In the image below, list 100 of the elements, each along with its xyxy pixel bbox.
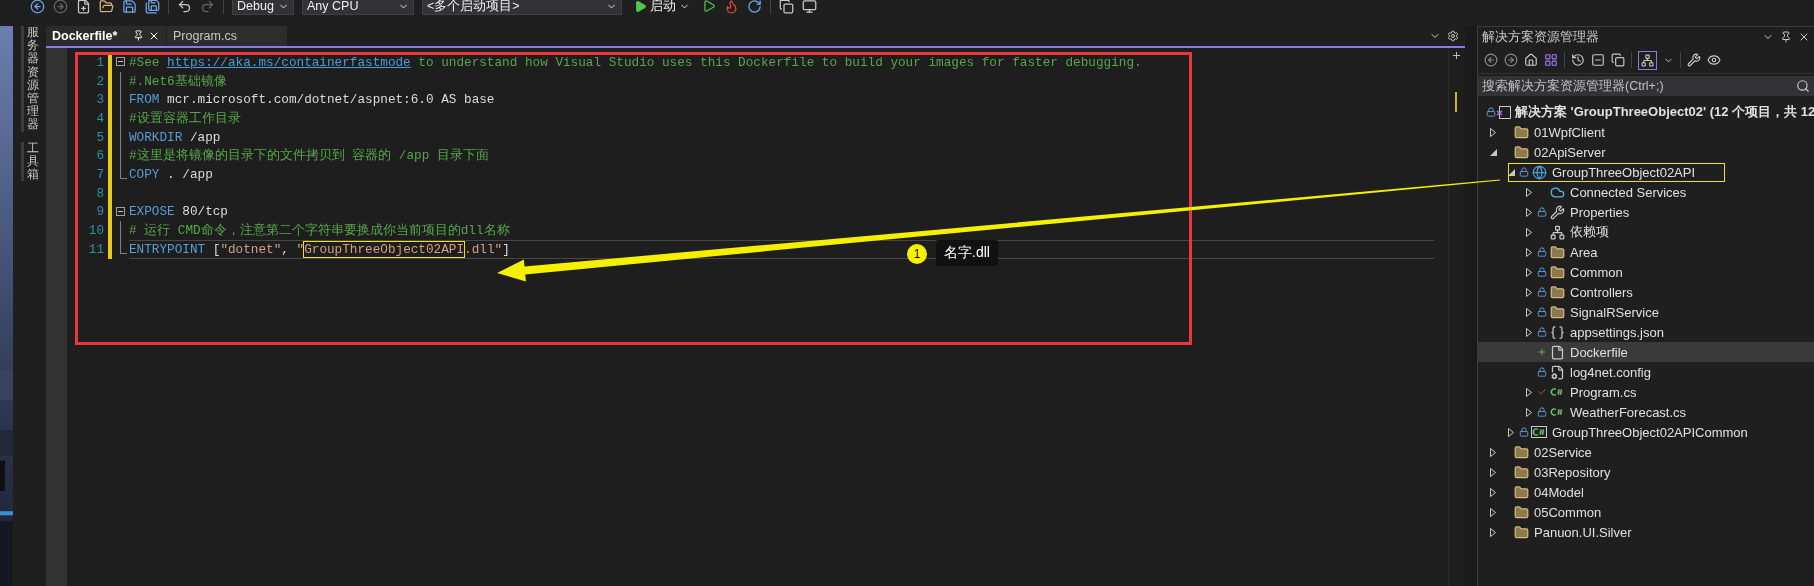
collapsed-arrow-icon[interactable]: [1526, 207, 1532, 217]
line-number: 9: [95, 204, 104, 220]
platform-dropdown[interactable]: Any CPU: [302, 0, 414, 15]
tree-item[interactable]: WeatherForecast.cs: [1478, 402, 1814, 422]
line-number: 5: [95, 129, 104, 145]
tree-item[interactable]: GroupThreeObject02API: [1478, 162, 1814, 182]
history-icon[interactable]: [1571, 53, 1585, 67]
collapsed-arrow-icon[interactable]: [1508, 427, 1514, 437]
line-number: 8: [95, 185, 104, 201]
tree-item[interactable]: 04Model: [1478, 482, 1814, 502]
globe-icon: [1531, 164, 1547, 180]
forward-icon[interactable]: [53, 0, 68, 14]
tree-item[interactable]: Controllers: [1478, 282, 1814, 302]
collapse-all-icon[interactable]: [1591, 53, 1605, 67]
wrench-icon: [1549, 204, 1565, 220]
window-icon[interactable]: [802, 0, 817, 14]
back-icon[interactable]: [30, 0, 45, 14]
side-tab[interactable]: 服务器资源管理器: [20, 26, 39, 132]
collapsed-arrow-icon[interactable]: [1526, 387, 1532, 397]
folder-icon: [1549, 304, 1565, 320]
search-field[interactable]: 搜索解决方案资源管理器(Ctrl+;): [1478, 76, 1814, 96]
link[interactable]: https://aka.ms/containerfastmode: [167, 54, 411, 70]
collapsed-arrow-icon[interactable]: [1526, 407, 1532, 417]
tree-item[interactable]: 01WpfClient: [1478, 122, 1814, 142]
tree-item[interactable]: 解决方案 'GroupThreeObject02' (12 个项目，共 12: [1478, 102, 1814, 122]
braces-icon: [1549, 324, 1565, 340]
tree-item[interactable]: 05Common: [1478, 502, 1814, 522]
code-line: #See https://aka.ms/containerfastmode to understand how Visual Studio uses this Dockerfile to build your images for faster debugging.: [129, 54, 1142, 70]
line-number: 1: [95, 54, 104, 70]
collapsed-arrow-icon[interactable]: [1526, 227, 1532, 237]
folder-icon: [1513, 444, 1529, 460]
folder-icon: [1513, 524, 1529, 540]
save-icon[interactable]: [122, 0, 137, 14]
close-icon[interactable]: [148, 30, 160, 42]
forward-icon[interactable]: [1504, 53, 1518, 67]
tree-item[interactable]: Panuon.UI.Silver: [1478, 522, 1814, 542]
tree-item[interactable]: Program.cs: [1478, 382, 1814, 402]
tree-item[interactable]: SignalRService: [1478, 302, 1814, 322]
editor-tab[interactable]: Program.cs: [167, 26, 288, 46]
tree-item[interactable]: appsettings.json: [1478, 322, 1814, 342]
configuration-dropdown[interactable]: Debug: [232, 0, 294, 15]
tree-item[interactable]: Dockerfile: [1478, 342, 1814, 362]
flame-icon[interactable]: [724, 0, 739, 14]
sync-button[interactable]: [1638, 50, 1657, 70]
copy-icon[interactable]: [1611, 53, 1625, 67]
tree-item[interactable]: Area: [1478, 242, 1814, 262]
back-icon[interactable]: [1484, 53, 1498, 67]
expanded-arrow-icon[interactable]: [1507, 168, 1515, 176]
wrench-icon[interactable]: [1687, 53, 1701, 67]
side-tab[interactable]: 工具箱: [20, 141, 39, 182]
save-all-icon[interactable]: [145, 0, 160, 14]
tree-item[interactable]: log4net.config: [1478, 362, 1814, 382]
new-item-icon[interactable]: [76, 0, 91, 14]
tree-item[interactable]: Properties: [1478, 202, 1814, 222]
line-number: 10: [87, 223, 104, 239]
fold-toggle-icon[interactable]: [116, 206, 125, 216]
collapsed-arrow-icon[interactable]: [1526, 287, 1532, 297]
tree-item[interactable]: 02ApiServer: [1478, 142, 1814, 162]
collapsed-arrow-icon[interactable]: [1490, 487, 1496, 497]
play-icon[interactable]: [702, 0, 716, 13]
preview-icon[interactable]: [1707, 53, 1721, 67]
collapsed-arrow-icon[interactable]: [1526, 247, 1532, 257]
tree-item[interactable]: 依赖项: [1478, 222, 1814, 242]
tree-item[interactable]: 03Repository: [1478, 462, 1814, 482]
collapsed-arrow-icon[interactable]: [1526, 267, 1532, 277]
search-icon: [1796, 79, 1810, 93]
expanded-arrow-icon[interactable]: [1489, 148, 1497, 156]
redo-icon[interactable]: [200, 0, 215, 14]
tree-item[interactable]: 02Service: [1478, 442, 1814, 462]
close-icon[interactable]: [1798, 31, 1810, 43]
panel-title: 解决方案资源管理器: [1482, 28, 1599, 46]
fold-toggle-icon[interactable]: [116, 57, 125, 66]
pin-icon[interactable]: [133, 30, 144, 41]
tree-item[interactable]: Connected Services: [1478, 182, 1814, 202]
pin-icon[interactable]: [1780, 31, 1792, 43]
collapsed-arrow-icon[interactable]: [1490, 447, 1496, 457]
callout-label: 名字.dll: [936, 240, 998, 266]
code-line: #.Net6基础镜像: [129, 72, 227, 90]
collapsed-arrow-icon[interactable]: [1490, 507, 1496, 517]
settings-icon[interactable]: [1447, 30, 1459, 42]
undo-icon[interactable]: [177, 0, 192, 14]
editor-tab[interactable]: Dockerfile*: [46, 26, 167, 46]
refresh-icon[interactable]: [747, 0, 762, 14]
switch-views-icon[interactable]: [1544, 53, 1558, 67]
code-line: FROM mcr.microsoft.com/dotnet/aspnet:6.0 AS base: [129, 92, 495, 108]
play-icon: [634, 0, 647, 13]
code-line: WORKDIR /app: [129, 129, 221, 145]
collapsed-arrow-icon[interactable]: [1490, 127, 1496, 137]
tree-item[interactable]: GroupThreeObject02APICommon: [1478, 422, 1814, 442]
collapsed-arrow-icon[interactable]: [1490, 467, 1496, 477]
home-icon[interactable]: [1524, 53, 1538, 67]
tree-item[interactable]: Common: [1478, 262, 1814, 282]
collapsed-arrow-icon[interactable]: [1526, 327, 1532, 337]
code-line: #这里是将镜像的目录下的文件拷贝到 容器的 /app 目录下面: [129, 147, 489, 165]
collapsed-arrow-icon[interactable]: [1526, 187, 1532, 197]
folder-icon: [1513, 464, 1529, 480]
collapsed-arrow-icon[interactable]: [1526, 307, 1532, 317]
open-folder-icon[interactable]: [99, 0, 114, 14]
code-line: #设置容器工作目录: [129, 109, 241, 127]
collapsed-arrow-icon[interactable]: [1490, 527, 1496, 537]
